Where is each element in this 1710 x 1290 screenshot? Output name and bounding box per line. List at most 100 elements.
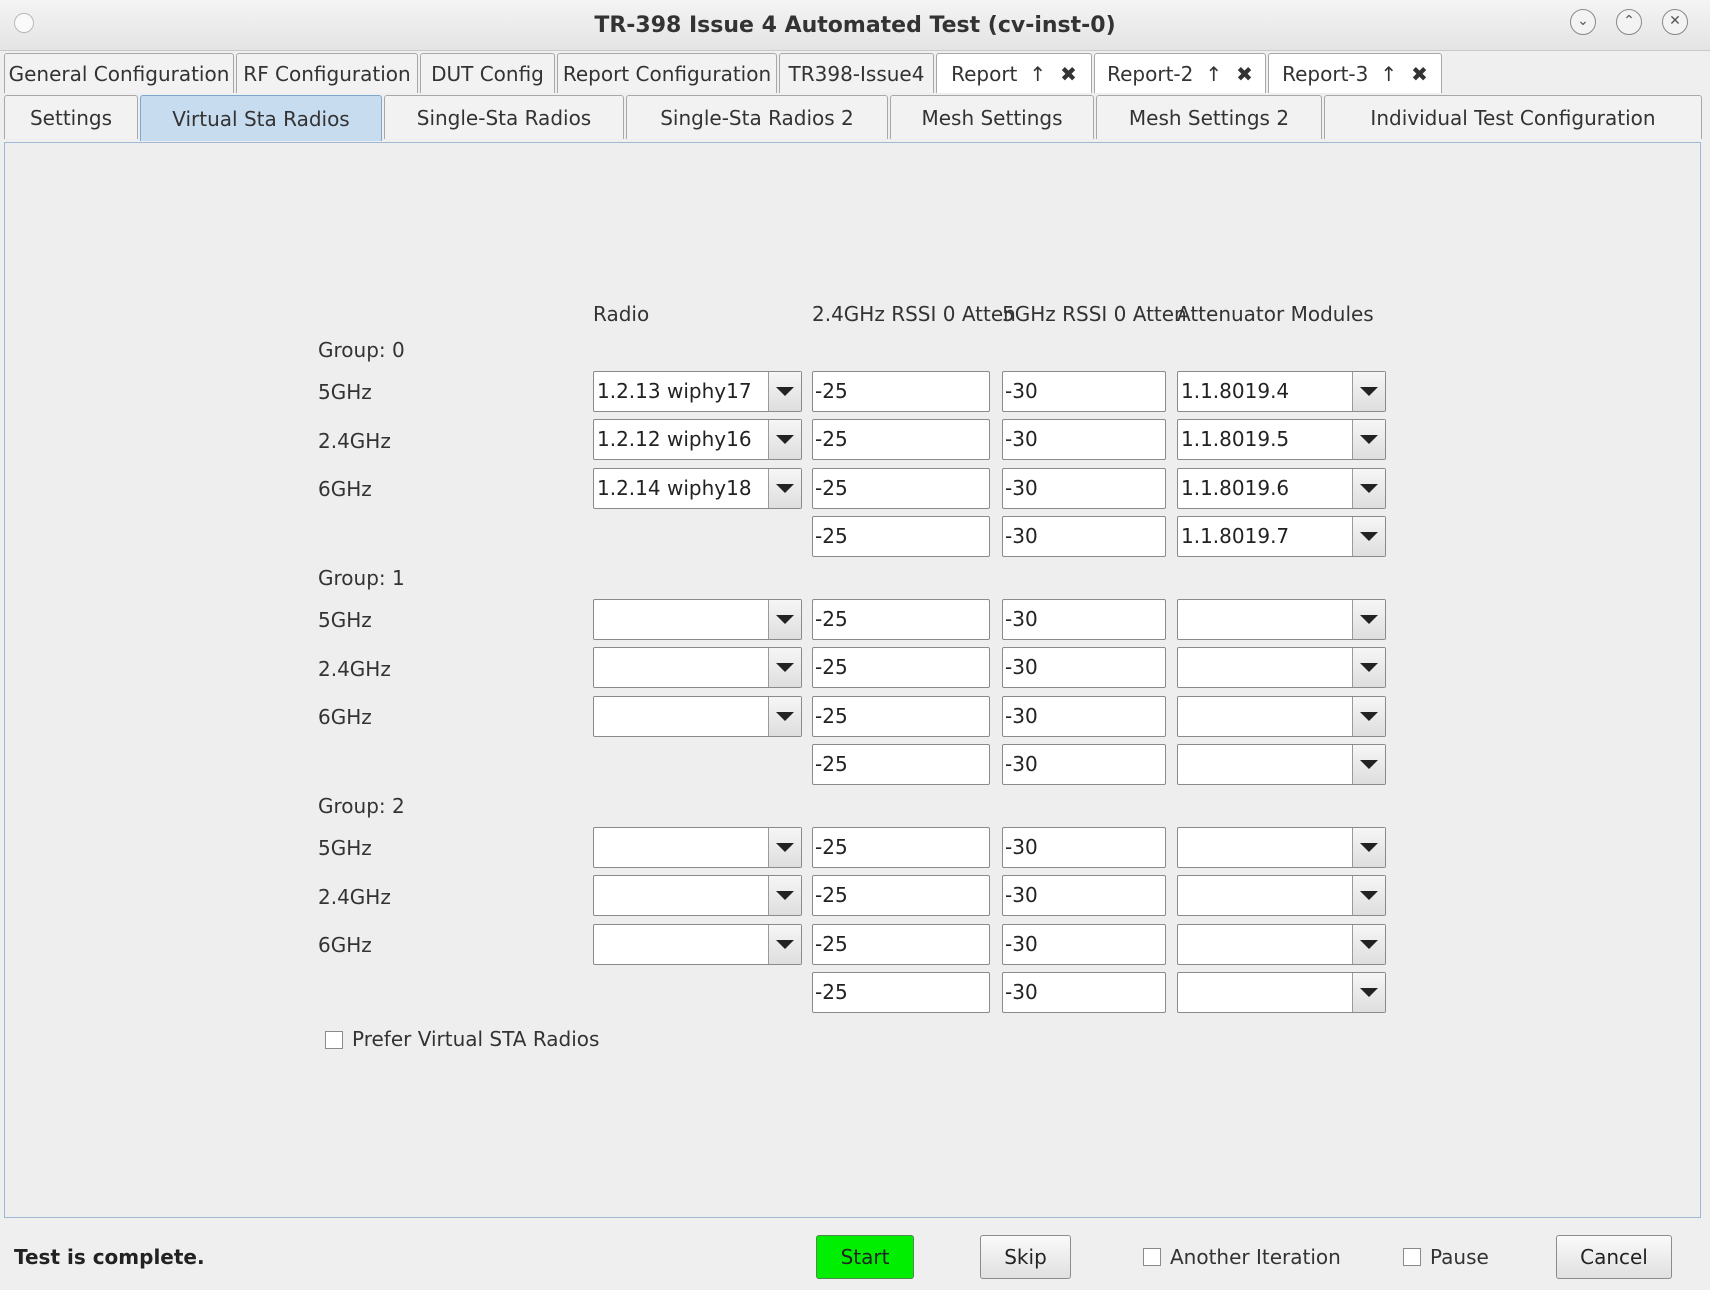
attenuator-combo[interactable] [1177,696,1386,737]
attenuator-combo[interactable] [1177,972,1386,1013]
rssi-24ghz-field[interactable]: -25 [812,419,990,460]
pause-checkbox[interactable] [1403,1248,1421,1266]
chevron-down-icon[interactable] [1352,745,1385,784]
rssi-5ghz-field[interactable]: -30 [1002,744,1166,785]
rssi-24ghz-field[interactable]: -25 [812,875,990,916]
chevron-down-icon[interactable] [1352,973,1385,1012]
radio-combo[interactable] [593,924,802,965]
chevron-down-icon[interactable] [768,828,801,867]
tab-dut-config[interactable]: DUT Config [420,53,555,93]
rssi-5ghz-field[interactable]: -30 [1002,696,1166,737]
tab-report-configuration[interactable]: Report Configuration [557,53,777,93]
minimize-icon[interactable]: ⌄ [1570,9,1596,35]
rssi-5ghz-field[interactable]: -30 [1002,468,1166,509]
chevron-down-icon[interactable] [1352,420,1385,459]
chevron-down-icon[interactable] [1352,697,1385,736]
tab-tr398-issue4[interactable]: TR398-Issue4 [779,53,934,93]
radio-combo[interactable]: 1.2.12 wiphy16 [593,419,802,460]
start-button[interactable]: Start [816,1235,914,1279]
chevron-down-icon[interactable] [768,469,801,508]
chevron-down-icon[interactable] [768,925,801,964]
tab-label: Single-Sta Radios [416,105,592,130]
attenuator-combo[interactable]: 1.1.8019.6 [1177,468,1386,509]
cancel-button[interactable]: Cancel [1556,1235,1672,1279]
chevron-down-icon[interactable] [768,648,801,687]
pin-up-icon[interactable]: ↑ [1380,62,1397,86]
radio-combo[interactable] [593,827,802,868]
skip-button[interactable]: Skip [980,1235,1071,1279]
chevron-down-icon[interactable] [768,420,801,459]
pin-up-icon[interactable]: ↑ [1205,62,1222,86]
tab-report[interactable]: Report ↑ ✖ [936,53,1092,93]
tab-single-sta-radios-2[interactable]: Single-Sta Radios 2 [626,95,888,139]
rssi-5ghz-field[interactable]: -30 [1002,599,1166,640]
rssi-5ghz-field[interactable]: -30 [1002,875,1166,916]
tab-mesh-settings-2[interactable]: Mesh Settings 2 [1096,95,1322,139]
rssi-24ghz-field[interactable]: -25 [812,647,990,688]
rssi-24ghz-field[interactable]: -25 [812,924,990,965]
tab-rf-configuration[interactable]: RF Configuration [236,53,418,93]
rssi-24ghz-field[interactable]: -25 [812,827,990,868]
tab-mesh-settings[interactable]: Mesh Settings [890,95,1094,139]
attenuator-combo[interactable] [1177,599,1386,640]
chevron-down-icon[interactable] [1352,517,1385,556]
radio-combo[interactable] [593,696,802,737]
rssi-5ghz-field[interactable]: -30 [1002,827,1166,868]
rssi-24ghz-field[interactable]: -25 [812,371,990,412]
radio-combo[interactable] [593,875,802,916]
tab-single-sta-radios[interactable]: Single-Sta Radios [384,95,624,139]
prefer-virtual-sta-checkbox[interactable] [325,1031,343,1049]
chevron-down-icon[interactable] [1352,876,1385,915]
rssi-5ghz-field[interactable]: -30 [1002,419,1166,460]
attenuator-combo[interactable] [1177,875,1386,916]
attenuator-combo[interactable] [1177,744,1386,785]
close-tab-icon[interactable]: ✖ [1060,62,1077,86]
rssi-24ghz-field[interactable]: -25 [812,696,990,737]
chevron-down-icon[interactable] [1352,600,1385,639]
rssi-5ghz-field[interactable]: -30 [1002,924,1166,965]
tab-settings[interactable]: Settings [4,95,138,139]
close-tab-icon[interactable]: ✖ [1411,62,1428,86]
rssi-5ghz-field[interactable]: -30 [1002,371,1166,412]
rssi-24ghz-field[interactable]: -25 [812,468,990,509]
chevron-down-icon[interactable] [1352,925,1385,964]
chevron-down-icon[interactable] [1352,372,1385,411]
rssi-5ghz-field[interactable]: -30 [1002,647,1166,688]
rssi-24ghz-field[interactable]: -25 [812,744,990,785]
rssi-24ghz-field[interactable]: -25 [812,516,990,557]
attenuator-combo[interactable]: 1.1.8019.7 [1177,516,1386,557]
chevron-down-icon[interactable] [768,876,801,915]
radio-combo[interactable] [593,599,802,640]
chevron-down-icon[interactable] [1352,828,1385,867]
tab-general-configuration[interactable]: General Configuration [4,53,234,93]
attenuator-combo[interactable] [1177,827,1386,868]
rssi-5ghz-field[interactable]: -30 [1002,516,1166,557]
radio-combo[interactable]: 1.2.14 wiphy18 [593,468,802,509]
tab-report-2[interactable]: Report-2 ↑ ✖ [1094,53,1266,93]
radio-combo[interactable]: 1.2.13 wiphy17 [593,371,802,412]
tab-individual-test-configuration[interactable]: Individual Test Configuration [1324,95,1702,139]
tab-label: Report-2 [1107,61,1194,86]
attenuator-combo[interactable]: 1.1.8019.5 [1177,419,1386,460]
chevron-down-icon[interactable] [1352,648,1385,687]
attenuator-combo[interactable] [1177,924,1386,965]
close-icon[interactable]: ✕ [1662,9,1688,35]
chevron-down-icon[interactable] [768,372,801,411]
pin-up-icon[interactable]: ↑ [1029,62,1046,86]
rssi-24ghz-field[interactable]: -25 [812,599,990,640]
maximize-icon[interactable]: ⌃ [1616,9,1642,35]
group-label: Group: 2 [318,794,405,818]
attenuator-combo[interactable] [1177,647,1386,688]
chevron-down-icon[interactable] [1352,469,1385,508]
another-iteration-checkbox[interactable] [1143,1248,1161,1266]
tab-report-3[interactable]: Report-3 ↑ ✖ [1268,53,1442,93]
rssi-24ghz-field[interactable]: -25 [812,972,990,1013]
close-tab-icon[interactable]: ✖ [1236,62,1253,86]
chevron-down-icon[interactable] [768,697,801,736]
rssi-5ghz-field[interactable]: -30 [1002,972,1166,1013]
chevron-down-icon[interactable] [768,600,801,639]
attenuator-combo[interactable]: 1.1.8019.4 [1177,371,1386,412]
tab-virtual-sta-radios[interactable]: Virtual Sta Radios [140,95,382,141]
tab-label: Mesh Settings [921,105,1063,130]
radio-combo[interactable] [593,647,802,688]
